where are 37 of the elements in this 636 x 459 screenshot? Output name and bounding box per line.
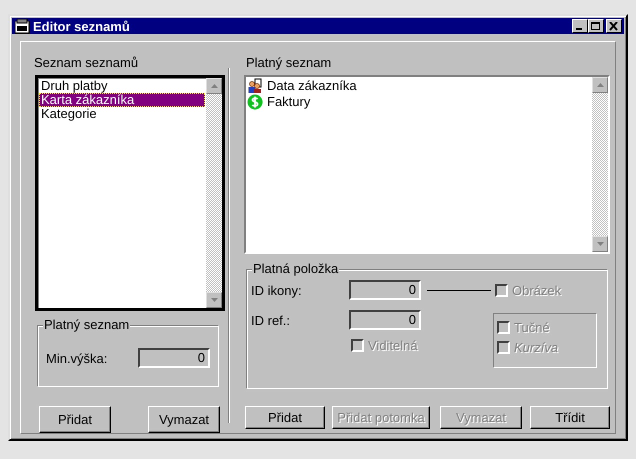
group-title: Platný seznam bbox=[43, 318, 130, 332]
scroll-up-icon[interactable] bbox=[206, 78, 222, 94]
input-field[interactable]: 0 bbox=[349, 280, 421, 300]
minimize-icon bbox=[576, 28, 582, 30]
field-label: ID ref.: bbox=[251, 312, 292, 328]
maximize-icon bbox=[591, 22, 601, 30]
action-button[interactable]: Přidat bbox=[39, 406, 111, 433]
list-item[interactable]: Faktury bbox=[267, 94, 310, 110]
group-title: Platná položka bbox=[252, 262, 340, 276]
list-item[interactable]: Kategorie bbox=[39, 107, 205, 121]
scroll-down-icon[interactable] bbox=[592, 236, 608, 252]
input-field[interactable]: 0 bbox=[138, 348, 210, 368]
scrollbar[interactable] bbox=[592, 77, 608, 252]
window-title: Editor seznamů bbox=[33, 18, 131, 34]
field-label: Min.výška: bbox=[46, 350, 108, 366]
close-button[interactable] bbox=[606, 19, 622, 33]
people-icon bbox=[247, 78, 263, 94]
list-label: Platný seznam bbox=[246, 56, 332, 70]
dollar-coin-icon bbox=[247, 94, 263, 110]
maximize-button[interactable] bbox=[588, 19, 604, 33]
list-item[interactable]: Data zákazníka bbox=[267, 78, 357, 94]
list-box[interactable]: Data zákazníka Faktury bbox=[244, 75, 610, 254]
list-box[interactable]: Druh platby Karta zákazníka Kategorie bbox=[35, 75, 225, 311]
action-button[interactable]: Přidat bbox=[245, 406, 325, 429]
close-icon bbox=[609, 22, 619, 30]
scroll-up-icon[interactable] bbox=[592, 77, 608, 93]
app-icon bbox=[14, 18, 30, 34]
field-label: ID ikony: bbox=[251, 282, 303, 298]
list-label: Seznam seznamů bbox=[34, 56, 140, 70]
input-field[interactable]: 0 bbox=[349, 310, 421, 330]
minimize-button[interactable] bbox=[572, 19, 588, 33]
action-button[interactable]: Třídit bbox=[530, 406, 610, 429]
list-item[interactable]: Karta zákazníka bbox=[39, 93, 205, 107]
scroll-down-icon[interactable] bbox=[206, 292, 222, 308]
list-item[interactable]: Druh platby bbox=[39, 79, 205, 93]
action-button[interactable]: Vymazat bbox=[148, 406, 220, 433]
scrollbar[interactable] bbox=[206, 78, 222, 308]
